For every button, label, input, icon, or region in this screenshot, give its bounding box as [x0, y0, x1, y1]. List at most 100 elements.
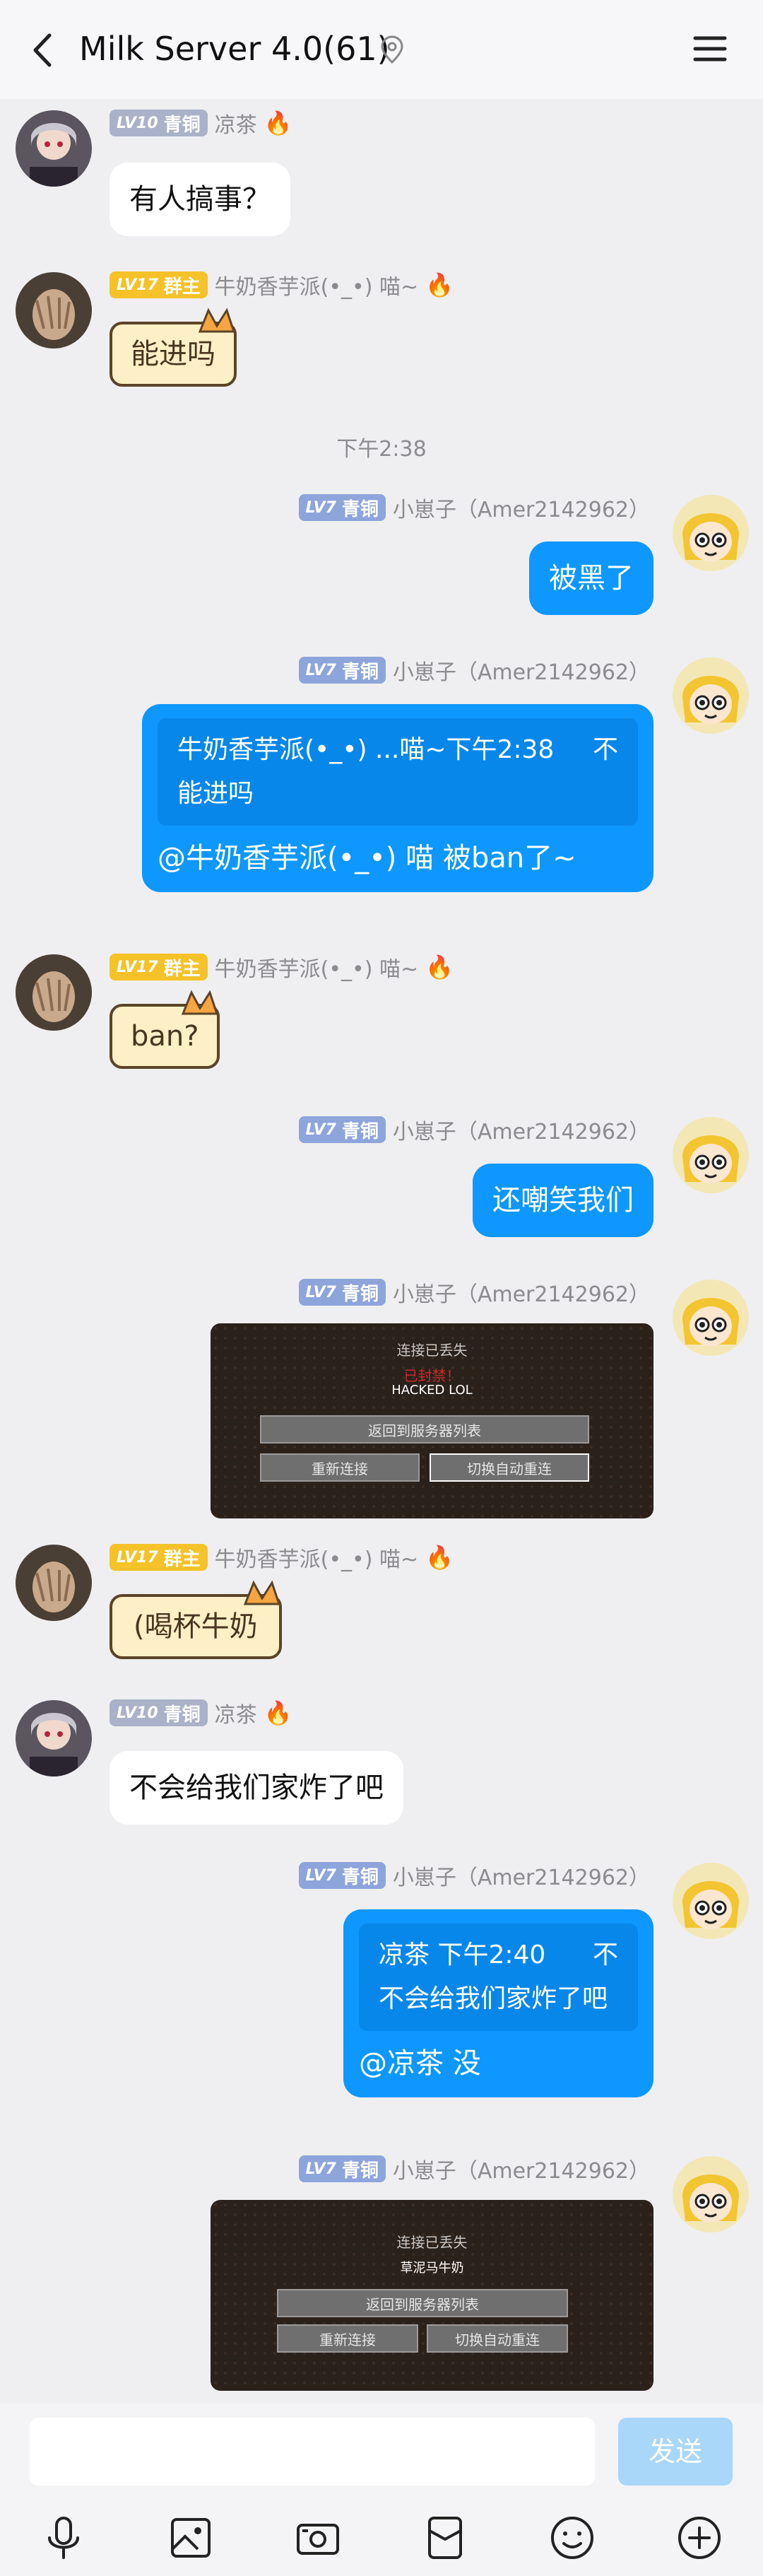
message-row: LV17 群主 牛奶香芋派(•_•) 喵~ 🔥 ban?	[0, 954, 763, 1096]
message-row: LV7 青铜 小崽子（Amer2142962） 牛奶香芋派(•_•) ...喵~下…	[0, 657, 763, 912]
message-row: LV7 青铜 小崽子（Amer2142962） 被黑了	[0, 492, 763, 636]
image-button-label: 切换自动重连	[427, 2324, 568, 2353]
image-button-label: 返回到服务器列表	[260, 1415, 589, 1444]
toolbar	[0, 2510, 763, 2566]
image-message[interactable]: 连接已丢失 已封禁！ HACKED LOL 返回到服务器列表 重新连接 切换自动…	[211, 1323, 653, 1518]
message-bubble[interactable]: 能进吗	[110, 308, 237, 387]
avatar[interactable]	[673, 657, 749, 734]
sender-name[interactable]: 牛奶香芋派(•_•) 喵~	[215, 1542, 418, 1573]
rank-text: 青铜	[163, 1704, 201, 1726]
sender-meta: LV7 青铜 小崽子（Amer2142962）	[298, 1860, 650, 1891]
sender-name[interactable]: 小崽子（Amer2142962）	[393, 1277, 650, 1308]
send-button[interactable]: 发送	[618, 2418, 733, 2486]
level-badge: LV10 青铜	[110, 1699, 208, 1726]
avatar[interactable]	[16, 1545, 92, 1621]
avatar[interactable]	[673, 1863, 749, 1939]
sender-meta: LV10 青铜 凉茶 🔥	[110, 1697, 292, 1728]
avatar[interactable]	[16, 1700, 92, 1776]
level-text: LV7	[305, 661, 336, 679]
level-badge: LV7 青铜	[298, 1862, 386, 1889]
back-arrow-icon[interactable]	[21, 25, 64, 75]
quoted-message[interactable]: 凉茶 下午2:40 不 不会给我们家炸了吧	[359, 1924, 638, 2031]
emoji-icon[interactable]	[544, 2510, 601, 2566]
level-badge: LV17 群主	[110, 954, 208, 980]
message-text: @牛奶香芋派(•_•) 喵 被ban了~	[158, 842, 576, 874]
level-badge: LV7 青铜	[298, 1279, 386, 1306]
message-row: LV7 青铜 小崽子（Amer2142962） 连接已丢失 草泥马牛奶 返回到服务…	[0, 2153, 763, 2396]
level-text: LV7	[305, 2160, 336, 2178]
avatar[interactable]	[16, 954, 92, 1031]
chat-title[interactable]: Milk Server 4.0(61)	[79, 25, 390, 72]
message-bubble[interactable]: 还嘲笑我们	[473, 1164, 653, 1237]
message-text: ban?	[131, 1020, 199, 1053]
sender-meta: LV10 青铜 凉茶 🔥	[110, 107, 292, 139]
fire-icon: 🔥	[264, 110, 292, 136]
avatar[interactable]	[16, 272, 92, 349]
message-row: LV10 青铜 凉茶 🔥 不会给我们家炸了吧	[0, 1697, 763, 1842]
quote-text: 不会给我们家炸了吧	[379, 1984, 608, 2013]
message-bubble[interactable]: 有人搞事？	[110, 163, 290, 236]
red-packet-icon[interactable]	[417, 2510, 473, 2566]
microphone-icon[interactable]	[35, 2510, 92, 2566]
rank-text: 青铜	[341, 498, 379, 520]
rank-text: 青铜	[341, 1120, 379, 1142]
fire-icon: 🔥	[425, 954, 454, 980]
image-caption: 连接已丢失	[396, 1342, 468, 1359]
sender-meta: LV17 群主 牛奶香芋派(•_•) 喵~ 🔥	[110, 1542, 454, 1573]
level-text: LV17	[117, 276, 158, 294]
sender-name[interactable]: 小崽子（Amer2142962）	[393, 655, 650, 686]
level-badge: LV7 青铜	[298, 494, 386, 521]
image-button-label: 重新连接	[277, 2324, 418, 2353]
fire-icon: 🔥	[425, 1544, 454, 1571]
fire-icon: 🔥	[425, 271, 454, 298]
message-row: LV17 群主 牛奶香芋派(•_•) 喵~ 🔥 能进吗	[0, 269, 763, 414]
sender-name[interactable]: 牛奶香芋派(•_•) 喵~	[215, 269, 418, 300]
avatar[interactable]	[673, 2156, 749, 2232]
rank-text: 青铜	[341, 2160, 379, 2182]
fire-icon: 🔥	[264, 1699, 292, 1726]
level-text: LV7	[305, 1283, 336, 1301]
avatar[interactable]	[673, 495, 749, 571]
message-bubble[interactable]: ban?	[110, 990, 220, 1069]
sender-name[interactable]: 小崽子（Amer2142962）	[393, 1114, 650, 1145]
message-row: LV7 青铜 小崽子（Amer2142962） 凉茶 下午2:40 不 不会给我们家…	[0, 1860, 763, 2117]
avatar[interactable]	[673, 1117, 749, 1193]
cat-ear-icon	[198, 308, 236, 333]
message-bubble[interactable]: (喝杯牛奶	[110, 1580, 282, 1659]
sender-name[interactable]: 小崽子（Amer2142962）	[393, 492, 650, 523]
quote-header: 牛奶香芋派(•_•) ...喵~下午2:38	[177, 735, 555, 764]
sender-name[interactable]: 牛奶香芋派(•_•) 喵~	[215, 952, 418, 983]
image-caption: 草泥马牛奶	[400, 2261, 464, 2276]
time-divider: 下午2:38	[336, 437, 427, 462]
chat-area[interactable]: LV10 青铜 凉茶 🔥 有人搞事？ LV17 群主 牛奶香芋派(•_•) 喵~ 🔥…	[0, 99, 763, 2404]
image-gallery-icon[interactable]	[162, 2510, 219, 2566]
plus-icon[interactable]	[671, 2510, 728, 2566]
avatar[interactable]	[16, 110, 92, 187]
message-bubble[interactable]: 牛奶香芋派(•_•) ...喵~下午2:38 不 能进吗 @牛奶香芋派(•_•) …	[142, 704, 653, 892]
camera-icon[interactable]	[290, 2510, 346, 2566]
quote-header: 凉茶 下午2:40	[379, 1940, 546, 1969]
sender-name[interactable]: 凉茶	[215, 107, 257, 139]
level-badge: LV7 青铜	[298, 657, 386, 684]
menu-icon[interactable]	[690, 28, 731, 69]
sender-meta: LV17 群主 牛奶香芋派(•_•) 喵~ 🔥	[110, 269, 454, 300]
sender-name[interactable]: 凉茶	[215, 1697, 257, 1728]
location-pin-icon[interactable]	[378, 34, 406, 65]
sender-meta: LV7 青铜 小崽子（Amer2142962）	[298, 655, 650, 686]
message-row: LV7 青铜 小崽子（Amer2142962） 连接已丢失 已封禁！ HACKED…	[0, 1277, 763, 1520]
level-badge: LV7 青铜	[298, 1116, 386, 1143]
message-bubble[interactable]: 凉茶 下午2:40 不 不会给我们家炸了吧 @凉茶 没	[343, 1909, 653, 2097]
image-message[interactable]: 连接已丢失 草泥马牛奶 返回到服务器列表 重新连接 切换自动重连	[211, 2200, 653, 2391]
image-caption: 连接已丢失	[396, 2234, 468, 2251]
avatar[interactable]	[673, 1280, 749, 1356]
sender-name[interactable]: 小崽子（Amer2142962）	[393, 1860, 650, 1891]
quoted-message[interactable]: 牛奶香芋派(•_•) ...喵~下午2:38 不 能进吗	[158, 718, 638, 826]
message-bubble[interactable]: 不会给我们家炸了吧	[110, 1751, 403, 1825]
message-input[interactable]	[30, 2418, 595, 2486]
level-text: LV7	[305, 1866, 336, 1885]
image-caption: 已封禁！	[403, 1367, 461, 1384]
message-bubble[interactable]: 被黑了	[529, 541, 653, 615]
sender-name[interactable]: 小崽子（Amer2142962）	[393, 2153, 650, 2184]
rank-text: 群主	[163, 276, 201, 298]
level-text: LV7	[305, 498, 336, 517]
